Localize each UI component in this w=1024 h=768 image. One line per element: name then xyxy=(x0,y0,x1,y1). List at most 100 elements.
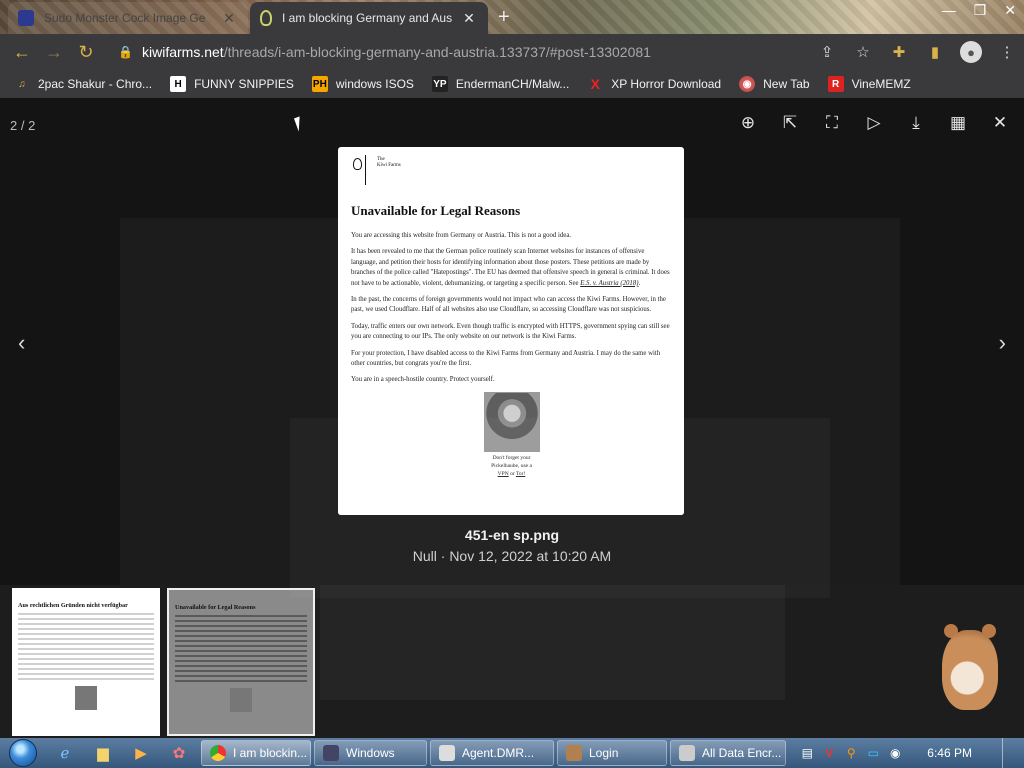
login-icon xyxy=(566,745,582,761)
grid-icon[interactable]: ▦ xyxy=(946,112,970,134)
paragraph: For your protection, I have disabled acc… xyxy=(351,349,661,368)
restore-icon[interactable]: ❐ xyxy=(974,2,987,19)
paragraph: You are accessing this website from Germ… xyxy=(351,232,572,239)
side-panel-icon[interactable]: ▮ xyxy=(924,38,946,66)
tray-icon[interactable]: ▤ xyxy=(799,745,815,761)
taskbar-item[interactable]: All Data Encr... xyxy=(670,740,786,766)
window-icon xyxy=(439,745,455,761)
bookmark-label: 2pac Shakur - Chro... xyxy=(38,77,153,91)
lock-icon[interactable]: 🔒 xyxy=(118,45,133,59)
ph-icon: PH xyxy=(311,76,328,92)
browser-toolbar: ← → ↻ 🔒 kiwifarms.net/threads/i-am-block… xyxy=(0,34,1024,70)
bookmark-item[interactable]: R VineMEMZ xyxy=(827,76,911,92)
thumbnail-1[interactable]: Aus rechtlichen Gründen nicht verfügbar xyxy=(12,588,160,736)
music-icon: ♫ xyxy=(18,78,26,90)
download-icon[interactable]: ⤓ xyxy=(904,112,928,134)
bookmark-item[interactable]: ◉ New Tab xyxy=(739,76,810,92)
window-icon xyxy=(323,745,339,761)
x-icon: X xyxy=(590,76,600,92)
explorer-icon[interactable]: ▆ xyxy=(84,739,122,767)
bookmark-item[interactable]: H FUNNY SNIPPIES xyxy=(170,76,294,92)
bookmarks-bar: ♫ 2pac Shakur - Chro... H FUNNY SNIPPIES… xyxy=(0,70,1024,98)
new-tab-button[interactable]: + xyxy=(498,6,510,29)
thumbnail-2[interactable]: Unavailable for Legal Reasons xyxy=(167,588,315,736)
bookmark-label: New Tab xyxy=(763,77,810,91)
app-icon[interactable]: ✿ xyxy=(160,739,198,767)
taskbar-item[interactable]: Login xyxy=(557,740,667,766)
bookmark-label: XP Horror Download xyxy=(611,77,722,91)
tab-close-icon[interactable]: ✕ xyxy=(460,10,478,27)
start-button[interactable] xyxy=(0,738,46,768)
lightbox-image: The Kiwi Farms Unavailable for Legal Rea… xyxy=(338,147,684,515)
bookmark-label: windows ISOS xyxy=(335,77,414,91)
chrome-icon xyxy=(210,745,226,761)
kiwi-farms-logo: The Kiwi Farms xyxy=(351,155,672,189)
close-window-icon[interactable]: ✕ xyxy=(1004,2,1016,19)
bookmark-item[interactable]: X XP Horror Download xyxy=(587,76,722,92)
file-name: 451-en sp.png xyxy=(464,527,560,543)
url-domain: kiwifarms.net xyxy=(142,44,224,60)
paragraph: It has been revealed to me that the Germ… xyxy=(351,248,670,287)
window-controls: — ❐ ✕ xyxy=(942,2,1016,19)
menu-icon[interactable]: ⋮ xyxy=(996,38,1018,66)
forward-button[interactable]: → xyxy=(38,36,70,68)
portrait-image xyxy=(483,391,540,452)
ie-icon[interactable]: ℯ xyxy=(46,739,84,767)
media-player-icon[interactable]: ▶ xyxy=(122,739,160,767)
tray-monitor-icon[interactable]: ▭ xyxy=(865,745,881,761)
tab-close-icon[interactable]: ✕ xyxy=(220,10,238,27)
thumbnail-strip: Aus rechtlichen Gründen nicht verfügbar … xyxy=(0,585,1024,738)
bookmark-item[interactable]: ♫ 2pac Shakur - Chro... xyxy=(14,76,152,92)
thumbnail-title: Aus rechtlichen Gründen nicht verfügbar xyxy=(18,602,128,609)
share-icon[interactable]: ⇪ xyxy=(816,38,838,66)
lightbox-toolbar: ⊕ ⇱ ⛶ ▷ ⤓ ▦ ✕ xyxy=(736,112,1012,134)
address-bar[interactable]: 🔒 kiwifarms.net/threads/i-am-blocking-ge… xyxy=(110,38,880,66)
next-arrow-icon[interactable]: › xyxy=(999,330,1006,356)
taskbar-item[interactable]: I am blockin... xyxy=(201,740,311,766)
tab-favicon-icon xyxy=(18,10,34,26)
taskbar-item[interactable]: Agent.DMR... xyxy=(430,740,554,766)
system-tray: ▤ V ⚲ ▭ ◉ 6:46 PM xyxy=(791,738,1024,768)
tray-search-icon[interactable]: ⚲ xyxy=(843,745,859,761)
taskbar: ℯ ▆ ▶ ✿ I am blockin... Windows Agent.DM… xyxy=(0,738,1024,768)
extensions-icon[interactable]: ✚ xyxy=(888,38,910,66)
document-title: Unavailable for Legal Reasons xyxy=(351,203,521,218)
tab-title: Sudo Monster Cock Image Ge xyxy=(44,11,206,25)
bookmark-label: VineMEMZ xyxy=(851,77,911,91)
show-desktop-button[interactable] xyxy=(1002,738,1016,768)
paragraph: In the past, the concerns of foreign gov… xyxy=(351,296,666,314)
profile-avatar[interactable]: ● xyxy=(960,41,982,63)
hamster-mascot xyxy=(930,616,1010,716)
logo-text: The Kiwi Farms xyxy=(377,157,401,168)
kiwi-favicon-icon xyxy=(260,10,272,26)
reload-button[interactable]: ↻ xyxy=(70,36,102,68)
bookmark-item[interactable]: YP EndermanCH/Malw... xyxy=(431,76,569,92)
play-icon[interactable]: ▷ xyxy=(862,112,886,134)
open-external-icon[interactable]: ⇱ xyxy=(778,112,802,134)
zoom-in-icon[interactable]: ⊕ xyxy=(736,112,760,134)
kiwi-logo-icon xyxy=(351,155,366,185)
tray-v-icon[interactable]: V xyxy=(821,745,837,761)
r-icon: R xyxy=(827,76,844,92)
tray-volume-icon[interactable]: ◉ xyxy=(887,745,903,761)
tab-strip: Sudo Monster Cock Image Ge ✕ I am blocki… xyxy=(0,0,1024,34)
portrait-caption: Don't forget your Pickelhaube, use a VPN… xyxy=(491,454,532,477)
thumbnail-portrait xyxy=(230,688,252,712)
minimize-icon[interactable]: — xyxy=(942,2,956,19)
fullscreen-icon[interactable]: ⛶ xyxy=(820,112,844,134)
image-counter: 2 / 2 xyxy=(10,118,36,133)
taskbar-item[interactable]: Windows xyxy=(314,740,427,766)
previous-arrow-icon[interactable]: ‹ xyxy=(18,330,25,356)
bookmark-star-icon[interactable]: ☆ xyxy=(852,38,874,66)
file-meta: Null · Nov 12, 2022 at 10:20 AM xyxy=(412,548,612,564)
h-icon: H xyxy=(170,76,187,92)
case-link: E.S. v. Austria (2018) xyxy=(580,279,639,287)
bookmark-item[interactable]: PH windows ISOS xyxy=(311,76,414,92)
tab-inactive[interactable]: Sudo Monster Cock Image Ge ✕ xyxy=(8,2,248,34)
thumbnail-portrait xyxy=(75,686,97,710)
paragraph: Today, traffic enters our own network. E… xyxy=(351,322,670,341)
close-icon[interactable]: ✕ xyxy=(988,112,1012,134)
tab-active[interactable]: I am blocking Germany and Aus ✕ xyxy=(250,2,488,34)
back-button[interactable]: ← xyxy=(6,36,38,68)
toolbar-actions: ⇪ ☆ ✚ ▮ ● ⋮ xyxy=(816,38,1018,66)
